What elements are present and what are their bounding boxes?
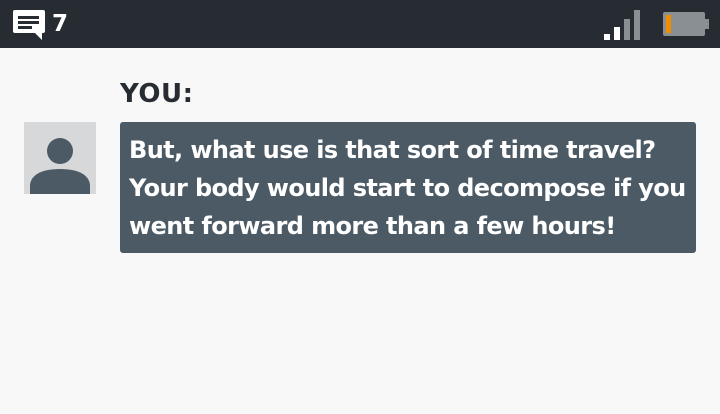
dialogue-bubble[interactable]: But, what use is that sort of time trave… — [120, 122, 696, 253]
speaker-label: YOU: — [120, 79, 194, 109]
user-avatar-icon — [24, 122, 96, 194]
signal-icon — [604, 10, 640, 40]
dialogue-line: But, what use is that sort of time trave… — [129, 136, 656, 164]
dialogue-line: went forward more than a few hours! — [129, 212, 616, 240]
message-count: 7 — [52, 11, 69, 37]
dialogue-line: Your body would start to decompose if yo… — [129, 174, 686, 202]
battery-icon — [663, 12, 709, 36]
status-bar: 7 — [0, 0, 720, 48]
message-icon[interactable] — [12, 9, 46, 41]
avatar-silhouette — [30, 138, 90, 194]
